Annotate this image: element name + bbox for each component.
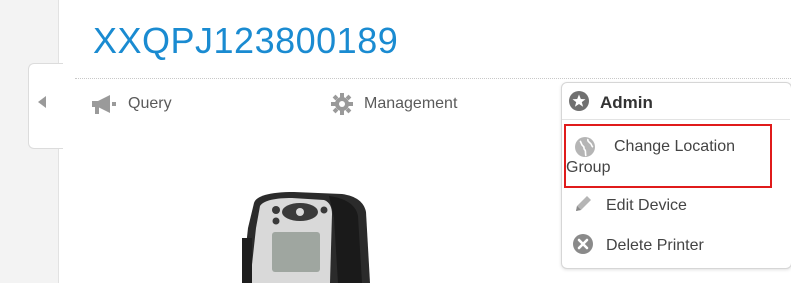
edit-device-label: Edit Device (606, 197, 687, 214)
management-label: Management (364, 95, 458, 112)
delete-printer-menu-item[interactable]: Delete Printer (572, 233, 704, 260)
change-location-group-menu-item[interactable]: Change Location Group (564, 124, 772, 188)
page-title: XXQPJ123800189 (93, 20, 399, 61)
management-menu-button[interactable]: Management (330, 91, 457, 117)
query-menu-button[interactable]: Query (90, 91, 172, 117)
delete-printer-label: Delete Printer (606, 237, 704, 254)
menu-header-divider (562, 119, 790, 120)
pencil-icon (572, 193, 594, 220)
chevron-left-icon[interactable] (38, 96, 46, 108)
query-label: Query (128, 95, 172, 112)
admin-menu-header[interactable]: Admin (568, 90, 653, 116)
admin-label: Admin (600, 93, 653, 112)
star-icon (568, 90, 590, 117)
gear-icon (330, 92, 354, 116)
megaphone-icon (90, 93, 118, 115)
printer-device-image (234, 188, 374, 283)
x-circle-icon (572, 233, 594, 260)
toolbar-divider (75, 78, 791, 79)
change-location-group-label: Change Location Group (566, 138, 735, 176)
edit-device-menu-item[interactable]: Edit Device (572, 194, 687, 218)
